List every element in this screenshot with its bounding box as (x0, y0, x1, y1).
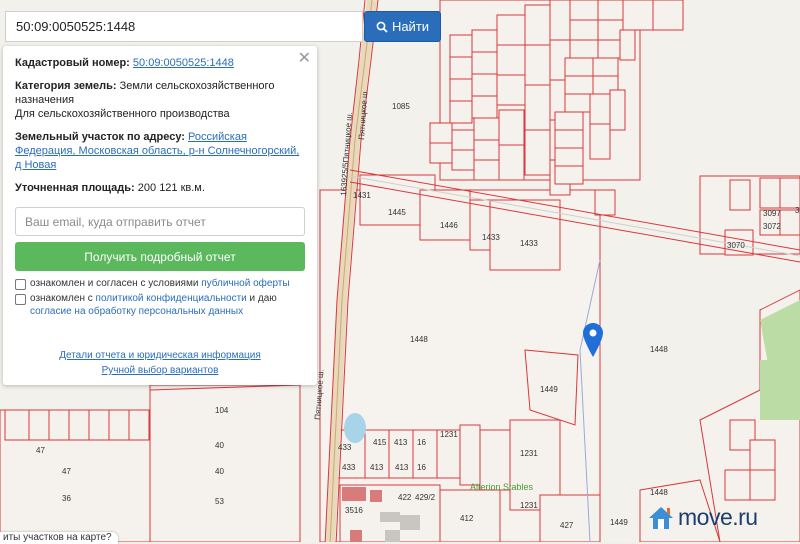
svg-text:433: 433 (342, 463, 356, 472)
svg-text:47: 47 (62, 467, 71, 476)
svg-text:413: 413 (395, 463, 409, 472)
map-hint-label[interactable]: иты участков на карте? (0, 532, 118, 544)
svg-text:104: 104 (215, 406, 229, 415)
panel-footer-links: Детали отчета и юридическая информация Р… (3, 348, 317, 378)
svg-text:16: 16 (417, 463, 426, 472)
email-input[interactable] (25, 214, 295, 229)
place-label: Alterion Stables (470, 482, 534, 492)
svg-text:1231: 1231 (440, 430, 458, 439)
svg-text:1433: 1433 (482, 233, 500, 242)
get-report-button[interactable]: Получить подробный отчет (15, 242, 305, 271)
svg-text:413: 413 (370, 463, 384, 472)
close-icon[interactable]: ✕ (298, 51, 311, 67)
svg-text:3071: 3071 (795, 206, 800, 215)
cadastral-row: Кадастровый номер: 50:09:0050525:1448 (15, 56, 305, 70)
cadastral-number-link[interactable]: 50:09:0050525:1448 (133, 57, 234, 69)
logo-text: move.ru (678, 504, 758, 530)
search-input-container[interactable] (5, 11, 363, 42)
find-button[interactable]: Найти (364, 11, 441, 42)
area-value: 200 121 кв.м. (137, 182, 205, 194)
svg-text:415: 415 (373, 438, 387, 447)
category-use: Для сельскохозяйственного производства (15, 108, 230, 120)
svg-text:1446: 1446 (440, 221, 458, 230)
svg-text:1448: 1448 (650, 488, 668, 497)
category-label: Категория земель: (15, 80, 117, 92)
svg-text:1431: 1431 (353, 191, 371, 200)
privacy-policy-link[interactable]: политикой конфиденциальности (96, 293, 247, 304)
search-input[interactable] (16, 19, 352, 34)
offer-consent-text: ознакомлен и согласен с условиями публич… (30, 277, 290, 290)
svg-text:1445: 1445 (388, 208, 406, 217)
svg-text:1449: 1449 (610, 518, 628, 527)
svg-text:47: 47 (36, 446, 45, 455)
svg-text:53: 53 (215, 497, 224, 506)
public-offer-link[interactable]: публичной оферты (201, 278, 289, 289)
find-button-label: Найти (391, 19, 430, 34)
svg-text:3072: 3072 (763, 222, 781, 231)
privacy-consent-prefix: ознакомлен с (30, 293, 93, 304)
address-label: Земельный участок по адресу: (15, 131, 185, 143)
svg-text:1085: 1085 (392, 102, 410, 111)
svg-text:3097: 3097 (763, 209, 781, 218)
privacy-consent-mid: и даю (249, 293, 277, 304)
svg-text:433: 433 (338, 443, 352, 452)
svg-text:3070: 3070 (727, 241, 745, 250)
svg-text:40: 40 (215, 467, 224, 476)
svg-text:1449: 1449 (540, 385, 558, 394)
svg-text:1448: 1448 (650, 345, 668, 354)
svg-text:40: 40 (215, 441, 224, 450)
svg-text:36: 36 (62, 494, 71, 503)
report-details-link[interactable]: Детали отчета и юридическая информация (59, 350, 261, 361)
svg-text:429/2: 429/2 (415, 493, 436, 502)
svg-text:422: 422 (398, 493, 412, 502)
svg-text:1448: 1448 (410, 335, 428, 344)
privacy-consent-text: ознакомлен с политикой конфиденциальност… (30, 292, 305, 318)
privacy-consent-row: ознакомлен с политикой конфиденциальност… (15, 292, 305, 318)
svg-text:16: 16 (417, 438, 426, 447)
location-marker-icon[interactable] (583, 323, 603, 357)
info-panel: ✕ Кадастровый номер: 50:09:0050525:1448 … (3, 46, 317, 385)
offer-consent-prefix: ознакомлен и согласен с условиями (30, 278, 199, 289)
svg-text:427: 427 (560, 521, 574, 530)
svg-text:413: 413 (394, 438, 408, 447)
svg-text:1231: 1231 (520, 449, 538, 458)
house-logo-icon (649, 506, 673, 529)
offer-checkbox[interactable] (15, 279, 26, 290)
svg-text:3516: 3516 (345, 506, 363, 515)
area-label: Уточненная площадь: (15, 182, 135, 194)
category-row: Категория земель: Земли сельскохозяйстве… (15, 79, 305, 121)
data-processing-link[interactable]: согласие на обработку персональных данны… (30, 306, 243, 317)
privacy-checkbox[interactable] (15, 294, 26, 305)
manual-choice-link[interactable]: Ручной выбор вариантов (102, 365, 219, 376)
svg-text:1231: 1231 (520, 501, 538, 510)
move-ru-logo[interactable]: move.ru (648, 504, 758, 531)
svg-text:1433: 1433 (520, 239, 538, 248)
area-row: Уточненная площадь: 200 121 кв.м. (15, 181, 305, 195)
offer-consent-row: ознакомлен и согласен с условиями публич… (15, 277, 305, 290)
address-row: Земельный участок по адресу: Российская … (15, 130, 305, 172)
cadastral-label: Кадастровый номер: (15, 57, 130, 69)
search-icon (376, 21, 388, 33)
svg-text:412: 412 (460, 514, 474, 523)
email-field[interactable] (15, 207, 305, 236)
